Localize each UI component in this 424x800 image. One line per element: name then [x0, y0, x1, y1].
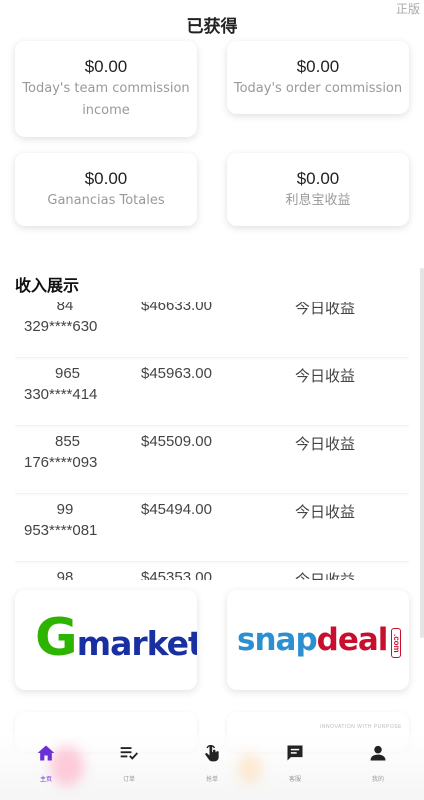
snapdeal-logo-deal: deal	[316, 622, 389, 658]
tap-hand-icon	[205, 744, 219, 762]
row-status: 今日收益	[295, 435, 356, 453]
list-check-icon	[120, 747, 139, 760]
gmarket-card[interactable]: Gmarket	[15, 590, 197, 690]
row-amount: $45353.00	[141, 569, 212, 580]
row-phone: 953****081	[24, 522, 98, 539]
interest-earnings-card: $0.00 利息宝收益	[227, 153, 409, 226]
row-amount: $45494.00	[141, 501, 212, 518]
bottom-tab-bar: 主页 订单 抢单 客服 我的	[0, 734, 424, 800]
order-commission-label: Today's order commission	[233, 81, 403, 96]
total-earnings-amount: $0.00	[84, 169, 128, 188]
row-status: 今日收益	[295, 503, 356, 521]
order-commission-card: $0.00 Today's order commission	[227, 41, 409, 114]
row-count: 855	[55, 433, 81, 450]
total-earnings-label: Ganancias Totales	[47, 193, 165, 208]
row-status: 今日收益	[295, 302, 356, 317]
snapdeal-card[interactable]: snapdeal .com	[227, 590, 409, 690]
row-amount: $46633.00	[141, 302, 212, 314]
row-count: 965	[55, 365, 81, 382]
row-status: 今日收益	[295, 367, 356, 385]
interest-earnings-label: 利息宝收益	[285, 193, 351, 208]
row-count: 98	[56, 569, 74, 580]
snapdeal-logo-snap: snap	[237, 622, 318, 658]
income-row: 99 953****081 $45494.00 今日收益	[15, 494, 409, 562]
income-row: 855 176****093 $45509.00 今日收益	[15, 426, 409, 494]
income-section-title: 收入展示	[15, 276, 80, 295]
home-icon	[37, 745, 55, 761]
income-row: 965 330****414 $45963.00 今日收益	[15, 358, 409, 426]
tab-home[interactable]: 主页	[4, 734, 88, 800]
chat-icon	[287, 745, 303, 761]
tab-home-label: 主页	[39, 776, 52, 783]
tab-support[interactable]: 客服	[253, 734, 337, 800]
scrollbar[interactable]	[420, 268, 424, 638]
total-earnings-card: $0.00 Ganancias Totales	[15, 153, 197, 226]
row-amount: $45963.00	[141, 365, 212, 382]
row-phone: 329****630	[24, 318, 98, 335]
row-count: 84	[56, 302, 74, 314]
row-phone: 176****093	[24, 454, 98, 471]
interest-earnings-amount: $0.00	[296, 169, 340, 188]
person-icon	[370, 745, 386, 761]
brand-tagline: INNOVATION WITH PURPOSE	[320, 724, 402, 730]
team-commission-label: Today's team commission income	[22, 81, 190, 118]
gmarket-logo-g: G	[35, 608, 78, 668]
gmarket-logo-text: market	[76, 624, 197, 663]
team-commission-amount: $0.00	[84, 57, 128, 76]
tab-profile-label: 我的	[371, 776, 384, 783]
tab-orders[interactable]: 订单	[87, 734, 171, 800]
row-phone: 330****414	[24, 386, 98, 403]
team-commission-card: $0.00 Today's team commission income	[15, 41, 197, 137]
tab-profile[interactable]: 我的	[336, 734, 420, 800]
gmarket-logo: Gmarket	[35, 612, 197, 670]
page-title: 已获得	[186, 17, 238, 37]
snapdeal-logo: snapdeal	[237, 622, 389, 658]
tab-grab-order-label: 抢单	[205, 776, 218, 783]
row-amount: $45509.00	[141, 433, 212, 450]
snapdeal-logo-com: .com	[391, 628, 401, 658]
income-list[interactable]: 84 329****630 $46633.00 今日收益 965 330****…	[15, 302, 409, 580]
tab-support-label: 客服	[288, 776, 301, 783]
income-row: 84 329****630 $46633.00 今日收益	[15, 302, 409, 358]
tab-grab-order[interactable]: 抢单	[170, 734, 254, 800]
row-status: 今日收益	[295, 571, 356, 580]
order-commission-amount: $0.00	[296, 57, 340, 76]
row-count: 99	[56, 501, 74, 518]
income-row: 98 $45353.00 今日收益	[15, 562, 409, 580]
tab-orders-label: 订单	[122, 776, 135, 783]
